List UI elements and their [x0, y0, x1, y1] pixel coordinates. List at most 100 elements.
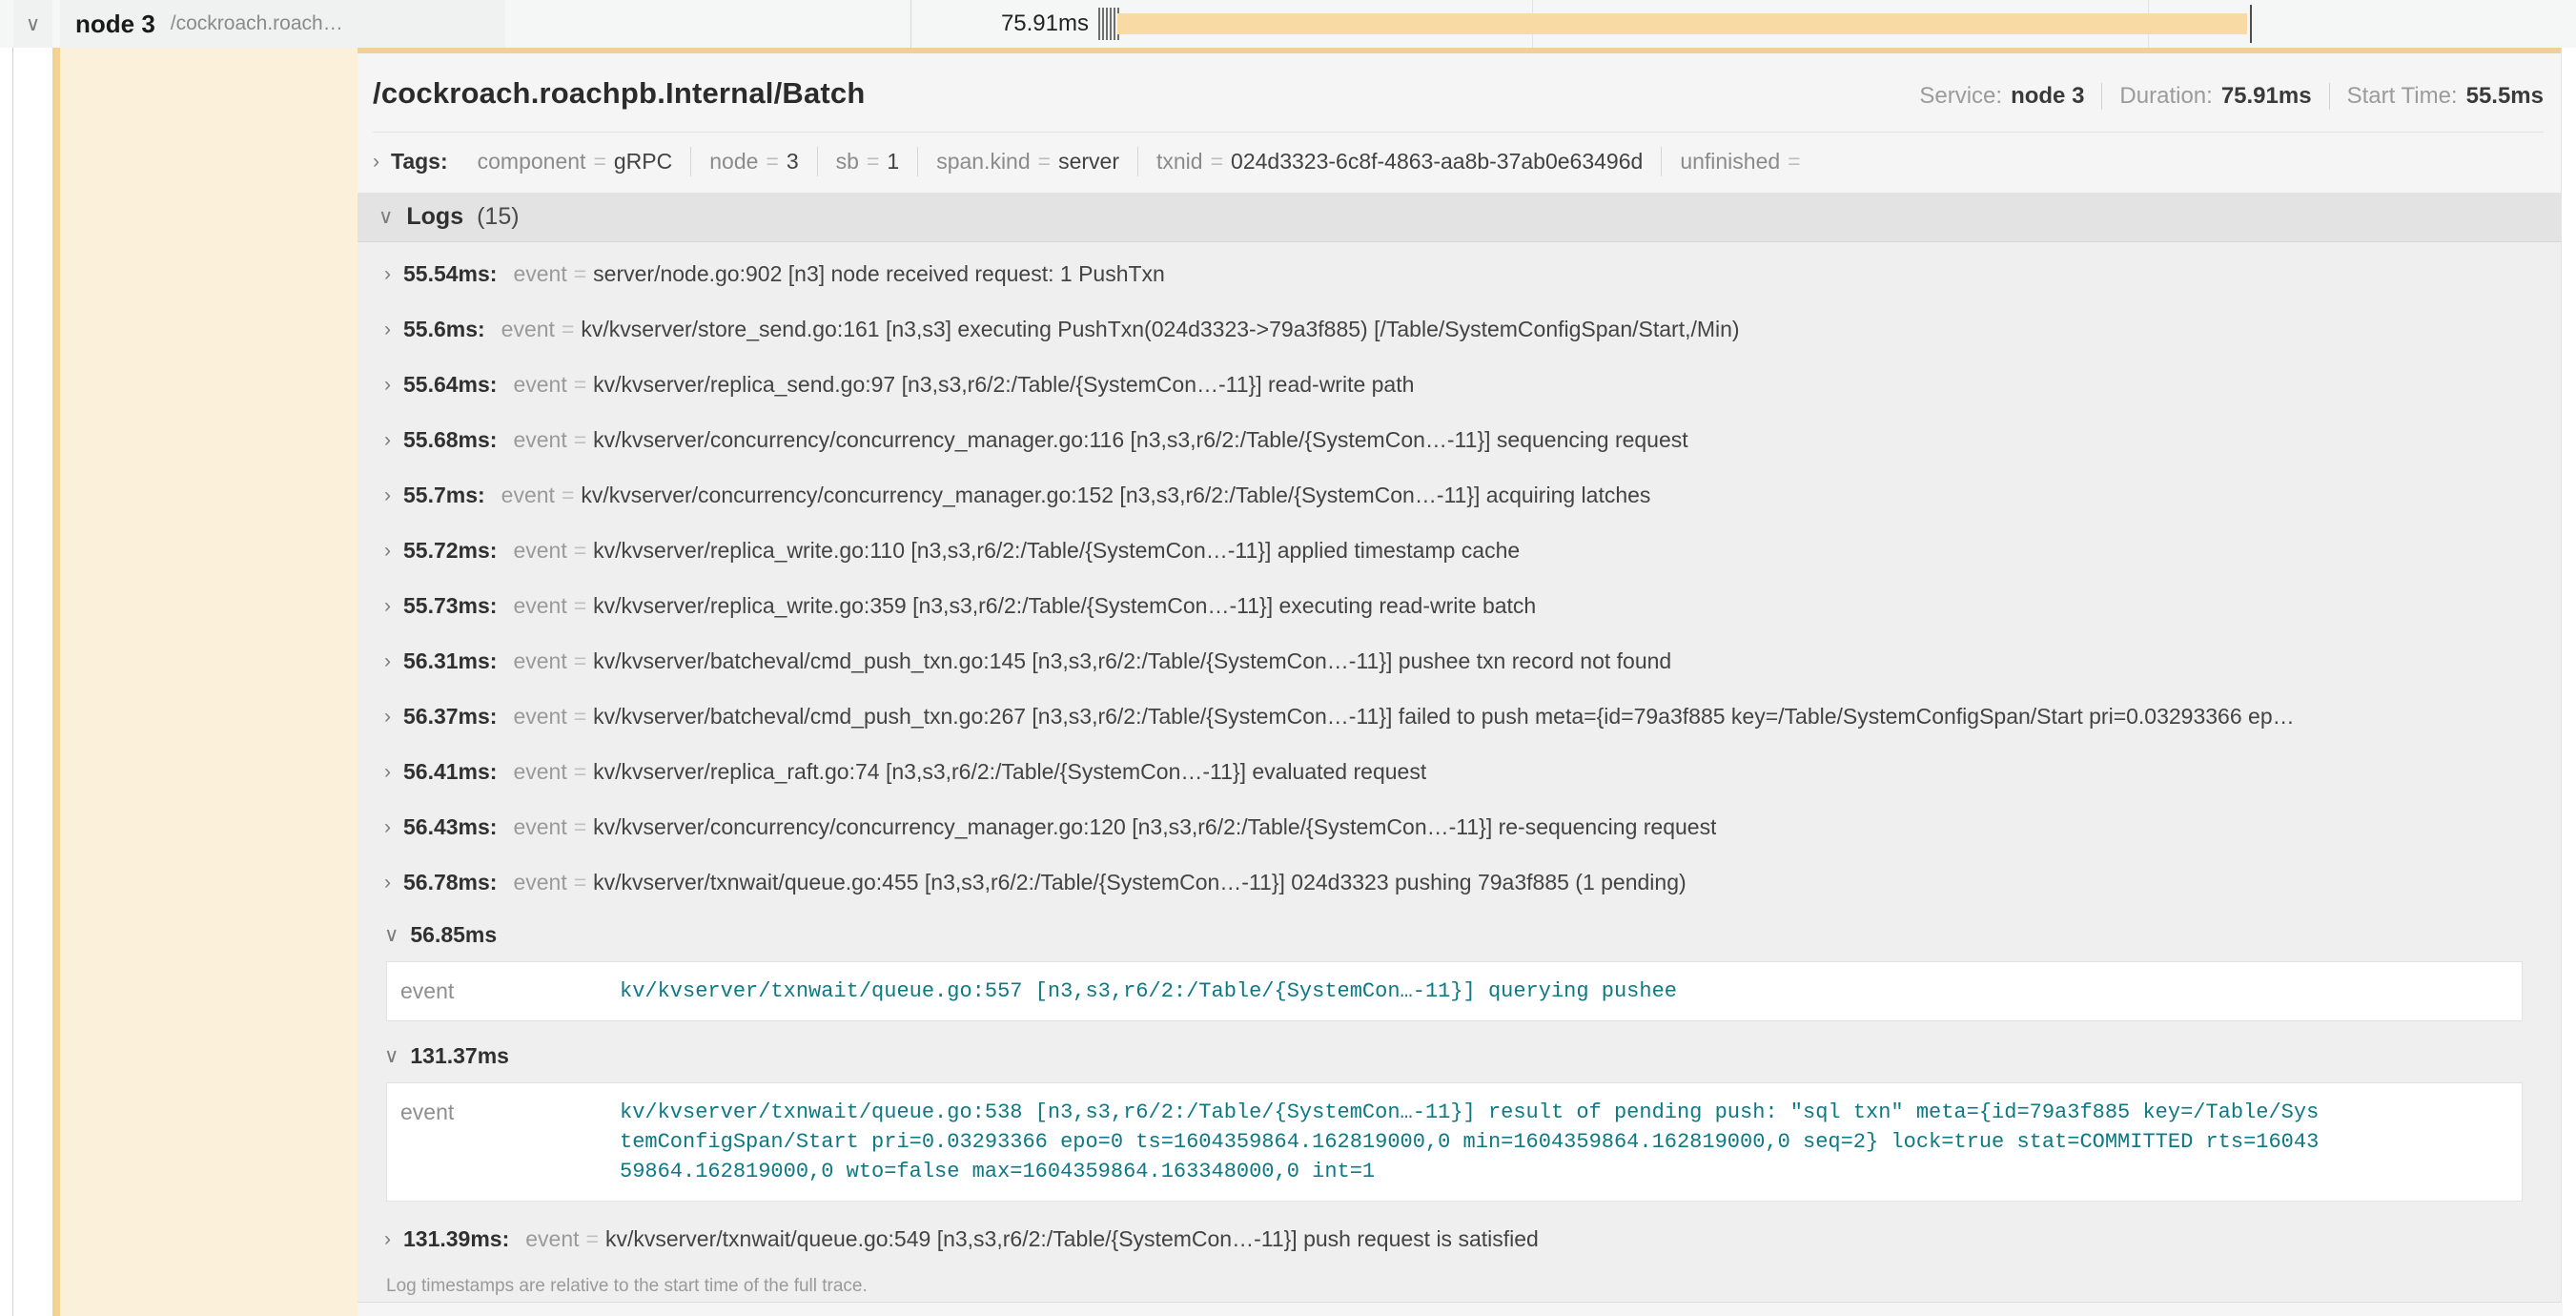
tag-item: txnid = 024d3323-6c8f-4863-aa8b-37ab0e63… — [1137, 147, 1661, 176]
log-timestamp: 55.7ms: — [403, 483, 485, 508]
log-equals: = — [574, 593, 586, 619]
log-field-key: event — [501, 483, 555, 508]
log-row[interactable]: › 55.68ms: event = kv/kvserver/concurren… — [384, 412, 2540, 467]
log-field-key: event — [513, 870, 566, 895]
field-value: kv/kvserver/txnwait/queue.go:538 [n3,s3,… — [620, 1098, 2326, 1186]
log-field-key: event — [513, 261, 566, 287]
span-name-tab[interactable]: node 3 /cockroach.roach… — [60, 0, 505, 48]
collapse-children-button[interactable]: ∨ — [13, 0, 52, 48]
log-field-key: event — [513, 372, 566, 398]
log-row[interactable]: › 131.39ms: event = kv/kvserver/txnwait/… — [384, 1211, 2540, 1266]
span-detail-panel: /cockroach.roachpb.Internal/Batch Servic… — [358, 48, 2562, 1303]
tags-toggle[interactable]: › Tags: — [373, 149, 448, 175]
chevron-down-icon: ∨ — [378, 207, 393, 227]
log-field-key: event — [513, 427, 566, 453]
page-title: /cockroach.roachpb.Internal/Batch — [373, 76, 866, 111]
logs-title: Logs — [406, 203, 463, 231]
tag-value: 024d3323-6c8f-4863-aa8b-37ab0e63496d — [1231, 149, 1643, 175]
left-rail-divider — [12, 0, 13, 1316]
tag-equals: = — [593, 149, 605, 175]
log-row[interactable]: › 56.31ms: event = kv/kvserver/batcheval… — [384, 633, 2540, 689]
tags-label: Tags: — [391, 149, 448, 175]
log-row[interactable]: › 56.41ms: event = kv/kvserver/replica_r… — [384, 744, 2540, 799]
tag-item: sb = 1 — [817, 147, 918, 176]
tag-value: 1 — [887, 149, 899, 175]
log-row[interactable]: › 55.73ms: event = kv/kvserver/replica_w… — [384, 578, 2540, 633]
log-equals: = — [574, 814, 586, 840]
log-timestamp: 55.73ms: — [403, 593, 497, 619]
log-row[interactable]: › 56.78ms: event = kv/kvserver/txnwait/q… — [384, 854, 2540, 910]
log-timestamp: 56.37ms: — [403, 704, 497, 730]
chevron-right-icon: › — [384, 541, 391, 561]
span-service-name: node 3 — [75, 10, 155, 39]
log-message: kv/kvserver/txnwait/queue.go:455 [n3,s3,… — [593, 870, 1687, 895]
log-equals: = — [562, 317, 574, 342]
field-value: kv/kvserver/txnwait/queue.go:557 [n3,s3,… — [620, 977, 2326, 1006]
tags-list: component = gRPC node = 3 sb = 1 span.ki… — [460, 147, 1827, 176]
log-timestamp: 55.68ms: — [403, 427, 497, 453]
log-row[interactable]: › 55.6ms: event = kv/kvserver/store_send… — [384, 301, 2540, 357]
log-equals: = — [574, 648, 586, 674]
log-detail-field: event kv/kvserver/txnwait/queue.go:538 [… — [400, 1098, 2522, 1186]
log-timestamp: 55.6ms: — [403, 317, 485, 342]
log-equals: = — [574, 759, 586, 785]
chevron-down-icon: ∨ — [384, 1046, 399, 1066]
log-equals: = — [586, 1226, 599, 1252]
log-row[interactable]: › 55.54ms: event = server/node.go:902 [n… — [384, 246, 2540, 301]
span-accent-stripe — [52, 4, 60, 1316]
tag-value: gRPC — [614, 149, 672, 175]
chevron-right-icon: › — [384, 873, 391, 893]
chevron-down-icon: ∨ — [384, 925, 399, 945]
log-timestamp: 55.54ms: — [403, 261, 497, 287]
log-message: kv/kvserver/txnwait/queue.go:549 [n3,s3,… — [605, 1226, 1539, 1252]
tag-value: server — [1058, 149, 1119, 175]
tag-item: unfinished = — [1661, 147, 1826, 176]
panel-bottom-strip — [358, 1303, 2563, 1316]
chevron-right-icon: › — [384, 430, 391, 450]
tag-value: 3 — [787, 149, 799, 175]
chevron-right-icon: › — [384, 596, 391, 616]
chevron-right-icon: › — [384, 1229, 391, 1249]
log-field-key: event — [513, 704, 566, 730]
log-message: server/node.go:902 [n3] node received re… — [593, 261, 1165, 287]
tag-key: txnid — [1156, 149, 1203, 175]
log-marker-ticks — [1098, 8, 1119, 40]
log-field-key: event — [513, 814, 566, 840]
log-timestamp: 131.39ms: — [403, 1226, 509, 1252]
log-message: kv/kvserver/store_send.go:161 [n3,s3] ex… — [581, 317, 1739, 342]
log-equals: = — [574, 427, 586, 453]
chevron-right-icon: › — [384, 319, 391, 339]
log-message: kv/kvserver/replica_raft.go:74 [n3,s3,r6… — [593, 759, 1426, 785]
log-row-expanded-header[interactable]: ∨ 56.85ms — [384, 910, 2540, 959]
chevron-right-icon: › — [384, 707, 391, 727]
logs-section-toggle[interactable]: ∨ Logs (15) — [358, 193, 2561, 242]
tag-equals: = — [766, 149, 778, 175]
span-duration-bar[interactable] — [1117, 13, 2247, 34]
log-timestamp: 56.31ms: — [403, 648, 497, 674]
tag-key: component — [478, 149, 586, 175]
log-timestamp: 55.64ms: — [403, 372, 497, 398]
logs-footer-note: Log timestamps are relative to the start… — [384, 1266, 2540, 1302]
log-timestamp: 131.37ms — [410, 1043, 509, 1069]
span-operation-name: /cockroach.roach… — [171, 12, 343, 35]
log-row[interactable]: › 55.72ms: event = kv/kvserver/replica_w… — [384, 523, 2540, 578]
log-row[interactable]: › 55.64ms: event = kv/kvserver/replica_s… — [384, 357, 2540, 412]
span-detail-header: /cockroach.roachpb.Internal/Batch Servic… — [358, 53, 2561, 133]
log-equals: = — [574, 704, 586, 730]
chevron-right-icon: › — [384, 264, 391, 284]
log-row[interactable]: › 56.37ms: event = kv/kvserver/batcheval… — [384, 689, 2540, 744]
log-detail-box: event kv/kvserver/txnwait/queue.go:557 [… — [386, 961, 2523, 1021]
log-equals: = — [574, 261, 586, 287]
meta-label: Start Time: — [2347, 83, 2458, 110]
log-row[interactable]: › 55.7ms: event = kv/kvserver/concurrenc… — [384, 467, 2540, 523]
log-field-key: event — [513, 593, 566, 619]
log-timestamp: 56.85ms — [410, 922, 497, 948]
log-detail-field: event kv/kvserver/txnwait/queue.go:557 [… — [400, 977, 2522, 1006]
log-message: kv/kvserver/concurrency/concurrency_mana… — [581, 483, 1650, 508]
tag-key: sb — [836, 149, 859, 175]
log-message: kv/kvserver/replica_write.go:359 [n3,s3,… — [593, 593, 1536, 619]
log-row[interactable]: › 56.43ms: event = kv/kvserver/concurren… — [384, 799, 2540, 854]
logs-count: (15) — [477, 203, 519, 231]
log-row-expanded-header[interactable]: ∨ 131.37ms — [384, 1031, 2540, 1080]
span-meta-item: Service: node 3 — [1919, 83, 2084, 110]
